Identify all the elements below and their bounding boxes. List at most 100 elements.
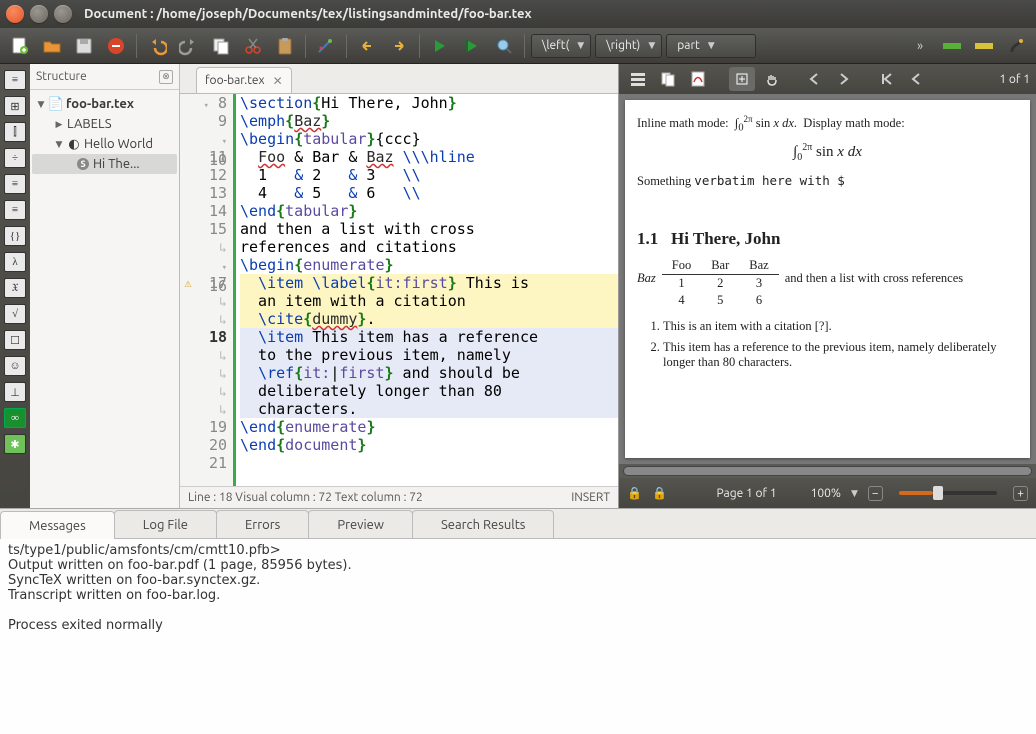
pv-lock2-icon[interactable]: 🔒	[652, 486, 667, 500]
paste-button[interactable]	[271, 32, 299, 60]
symbol-category-13[interactable]: ∞	[4, 408, 26, 428]
gutter-mark	[180, 292, 196, 310]
pv-fit-icon[interactable]	[729, 67, 755, 91]
code-line[interactable]: \item \label{it:first} This is	[240, 274, 618, 292]
left-delim-combo[interactable]: \left(▼	[531, 34, 591, 58]
code-line[interactable]: \end{enumerate}	[240, 418, 618, 436]
code-line[interactable]: and then a list with cross	[240, 220, 618, 238]
pv-next-icon[interactable]	[831, 67, 857, 91]
tab-close-icon[interactable]: ✕	[273, 74, 283, 88]
symbol-category-2[interactable]: ⫿	[4, 122, 26, 142]
symbol-category-6[interactable]: {}	[4, 226, 26, 246]
status-position: Line : 18 Visual column : 72 Text column…	[188, 491, 423, 504]
symbol-category-4[interactable]: ≡	[4, 174, 26, 194]
window-close-button[interactable]	[6, 5, 24, 23]
section-combo[interactable]: part▼	[666, 34, 756, 58]
code-line[interactable]: \begin{tabular}{ccc}	[240, 130, 618, 148]
right-delim-combo[interactable]: \right)▼	[595, 34, 662, 58]
symbol-category-0[interactable]: ≡	[4, 70, 26, 90]
code-line[interactable]: \ref{it:|first} and should be	[240, 364, 618, 382]
bottom-tab-messages[interactable]: Messages	[0, 511, 115, 539]
highlight-yellow-button[interactable]	[970, 32, 998, 60]
code-line[interactable]: an item with a citation	[240, 292, 618, 310]
code-line[interactable]: \section{Hi There, John}	[240, 94, 618, 112]
log-line	[8, 603, 1028, 618]
close-doc-button[interactable]	[102, 32, 130, 60]
bottom-tab-preview[interactable]: Preview	[308, 510, 413, 538]
symbol-category-7[interactable]: λ	[4, 252, 26, 272]
view-button[interactable]	[490, 32, 518, 60]
tree-root[interactable]: foo-bar.tex	[66, 97, 134, 111]
pv-zoom-in-icon[interactable]: +	[1013, 486, 1028, 501]
code-line[interactable]: \item This item has a reference	[240, 328, 618, 346]
structure-panel: Structure ⊗ ▼📄foo-bar.tex ▶LABELS ▼◐Hell…	[30, 64, 180, 508]
code-line[interactable]: \cite{dummy}.	[240, 310, 618, 328]
code-line[interactable]: \end{document}	[240, 436, 618, 454]
symbol-category-1[interactable]: ⊞	[4, 96, 26, 116]
code-line[interactable]: \emph{Baz}	[240, 112, 618, 130]
pdf-viewport[interactable]: Inline math mode: ∫02π sin x dx. Display…	[619, 94, 1036, 464]
symbol-category-14[interactable]: ✱	[4, 434, 26, 454]
save-button[interactable]	[70, 32, 98, 60]
bottom-tab-search-results[interactable]: Search Results	[412, 510, 555, 538]
redo-button[interactable]	[175, 32, 203, 60]
symbol-category-12[interactable]: ⊥	[4, 382, 26, 402]
bottom-tab-errors[interactable]: Errors	[216, 510, 309, 538]
code-line[interactable]: \begin{enumerate}	[240, 256, 618, 274]
open-file-button[interactable]	[38, 32, 66, 60]
symbol-category-9[interactable]: √	[4, 304, 26, 324]
code-line[interactable]: 4 & 5 & 6 \\	[240, 184, 618, 202]
compile-button[interactable]	[426, 32, 454, 60]
editor-statusbar: Line : 18 Visual column : 72 Text column…	[180, 486, 618, 508]
code-editor[interactable]: ⚠ ▾ 89▾ 101112131415↳▾ 1617↳↳18↳↳↳↳19202…	[180, 94, 618, 486]
symbol-category-11[interactable]: ☺	[4, 356, 26, 376]
code-line[interactable]: Foo & Bar & Baz \\\hline	[240, 148, 618, 166]
pv-prev2-icon[interactable]	[903, 67, 929, 91]
pv-first-icon[interactable]	[873, 67, 899, 91]
window-minimize-button[interactable]	[30, 5, 48, 23]
code-line[interactable]: characters.	[240, 400, 618, 418]
wizard-button[interactable]	[312, 32, 340, 60]
line-number: 21	[196, 454, 227, 472]
pv-hand-icon[interactable]	[759, 67, 785, 91]
code-line[interactable]: references and citations	[240, 238, 618, 256]
code-line[interactable]: to the previous item, namely	[240, 346, 618, 364]
code-line[interactable]: deliberately longer than 80	[240, 382, 618, 400]
code-line[interactable]: \end{tabular}	[240, 202, 618, 220]
config-button[interactable]	[1002, 32, 1030, 60]
pv-zoom-slider[interactable]	[899, 491, 998, 495]
structure-close-icon[interactable]: ⊗	[159, 70, 173, 84]
new-file-button[interactable]	[6, 32, 34, 60]
pv-prev-icon[interactable]	[801, 67, 827, 91]
code-line[interactable]	[240, 454, 618, 472]
line-number: 18	[196, 328, 227, 346]
symbol-category-10[interactable]: ☐	[4, 330, 26, 350]
pv-hscrollbar[interactable]	[623, 466, 1032, 476]
pv-pdf-icon[interactable]	[685, 67, 711, 91]
pv-zoom-out-icon[interactable]: −	[868, 486, 883, 501]
tree-hi[interactable]: Hi The...	[93, 157, 140, 171]
structure-tree[interactable]: ▼📄foo-bar.tex ▶LABELS ▼◐Hello World SHi …	[30, 90, 179, 178]
highlight-green-button[interactable]	[938, 32, 966, 60]
forward-button[interactable]	[385, 32, 413, 60]
back-button[interactable]	[353, 32, 381, 60]
window-maximize-button[interactable]	[54, 5, 72, 23]
pv-lock-icon[interactable]: 🔒	[627, 486, 642, 500]
pv-pages-icon[interactable]	[655, 67, 681, 91]
symbol-category-3[interactable]: ÷	[4, 148, 26, 168]
overflow-button[interactable]: »	[906, 32, 934, 60]
symbol-category-5[interactable]: ≡	[4, 200, 26, 220]
compile-view-button[interactable]	[458, 32, 486, 60]
messages-log[interactable]: ts/type1/public/amsfonts/cm/cmtt10.pfb>O…	[0, 539, 1036, 734]
copy-button[interactable]	[207, 32, 235, 60]
tree-hello[interactable]: Hello World	[84, 137, 153, 151]
cut-button[interactable]	[239, 32, 267, 60]
undo-button[interactable]	[143, 32, 171, 60]
symbol-category-8[interactable]: 𝔛	[4, 278, 26, 298]
pv-list-icon[interactable]	[625, 67, 651, 91]
tree-labels[interactable]: LABELS	[67, 117, 112, 131]
bottom-tab-log-file[interactable]: Log File	[114, 510, 217, 538]
editor-tab[interactable]: foo-bar.tex ✕	[196, 67, 292, 93]
pdf-page: Inline math mode: ∫02π sin x dx. Display…	[625, 100, 1030, 458]
code-line[interactable]: 1 & 2 & 3 \\	[240, 166, 618, 184]
